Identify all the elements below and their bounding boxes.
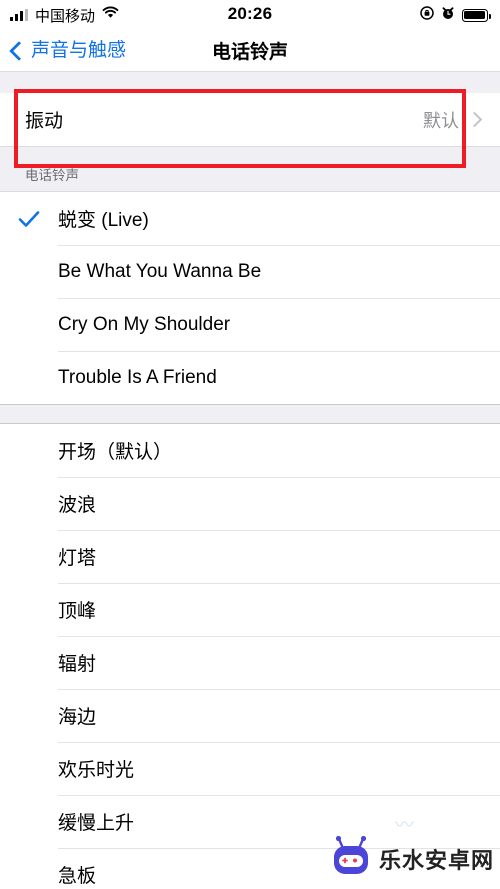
ringtone-name: 海边: [58, 707, 97, 728]
section-spacer: [0, 146, 500, 164]
vibration-value: 默认: [423, 110, 459, 131]
default-ringtone-list: 开场（默认） 波浪灯塔顶峰辐射海边欢乐时光缓慢上升急板: [0, 424, 500, 889]
ringtone-row[interactable]: 开场（默认）: [0, 424, 500, 477]
watermark: 乐水安卓网: [329, 834, 494, 883]
phone-screen: 中国移动 20:26 声音与触感 电话铃声 振动 默认 电话铃声 蜕变 (Liv…: [0, 0, 500, 889]
navigation-bar: 声音与触感 电话铃声: [0, 30, 500, 72]
top-spacer: [0, 72, 500, 93]
ringtone-name: 欢乐时光: [58, 760, 135, 781]
ringtone-row[interactable]: Cry On My Shoulder: [0, 298, 500, 351]
ringtone-row[interactable]: 辐射: [0, 636, 500, 689]
battery-full-icon: [462, 8, 491, 22]
ringtone-name: 蜕变 (Live): [58, 210, 149, 231]
ringtone-row[interactable]: 灯塔: [0, 530, 500, 583]
ringtone-row[interactable]: 波浪: [0, 477, 500, 530]
ringtone-name: Trouble Is A Friend: [58, 366, 217, 388]
back-button[interactable]: 声音与触感: [0, 40, 127, 61]
ringtone-row[interactable]: 蜕变 (Live): [0, 192, 500, 245]
ringtone-name: 急板: [58, 866, 97, 887]
status-bar: 中国移动 20:26: [0, 0, 500, 30]
ringtone-name: Cry On My Shoulder: [58, 313, 231, 335]
ringtone-name: Be What You Wanna Be: [58, 260, 262, 282]
ringtone-name: 开场（默认）: [58, 442, 173, 463]
vibration-label: 振动: [25, 111, 64, 132]
ringtone-row[interactable]: 海边: [0, 689, 500, 742]
ringtone-row[interactable]: 欢乐时光: [0, 742, 500, 795]
vibration-row[interactable]: 振动 默认: [0, 93, 500, 146]
checkmark-icon: [0, 210, 58, 228]
back-button-label: 声音与触感: [31, 40, 127, 61]
robot-logo-icon: [329, 834, 373, 883]
chevron-left-icon: [9, 40, 29, 61]
section-header-ringtone: 电话铃声: [0, 164, 500, 192]
watermark-squiggle: 〰: [394, 815, 414, 836]
watermark-text: 乐水安卓网: [378, 847, 494, 873]
ringtone-name: 辐射: [58, 654, 97, 675]
ringtone-row[interactable]: Trouble Is A Friend: [0, 351, 500, 404]
custom-ringtone-list: 蜕变 (Live) Be What You Wanna Be Cry On My S…: [0, 192, 500, 404]
group-separator: [0, 404, 500, 424]
ringtone-name: 缓慢上升: [58, 813, 135, 834]
ringtone-name: 波浪: [58, 495, 97, 516]
ringtone-name: 顶峰: [58, 601, 97, 622]
ringtone-row[interactable]: Be What You Wanna Be: [0, 245, 500, 298]
ringtone-name: 灯塔: [58, 548, 97, 569]
ringtone-row[interactable]: 顶峰: [0, 583, 500, 636]
chevron-right-icon: [466, 111, 483, 128]
status-bar-clock: 20:26: [227, 4, 273, 23]
vibration-group: 振动 默认: [0, 93, 500, 146]
